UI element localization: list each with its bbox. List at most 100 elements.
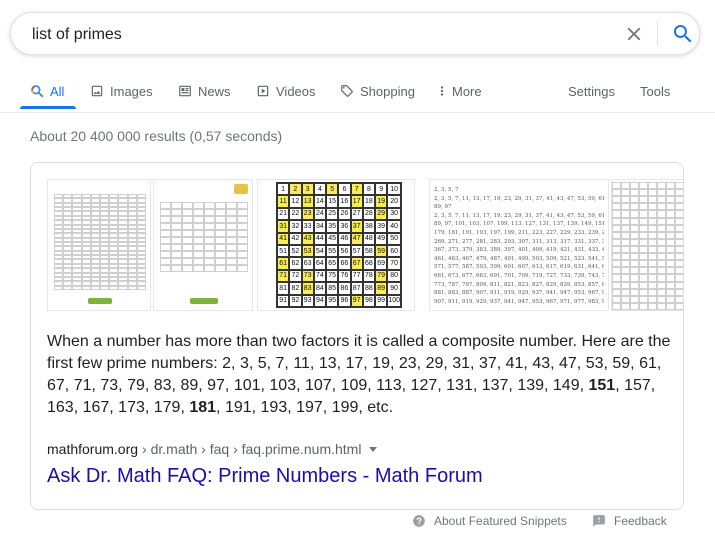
hundred-chart-cell: 16 [338,195,351,208]
hundred-chart-cell: 63 [301,257,314,270]
mini-grid-cell [648,302,657,310]
mini-grid-cell [639,274,648,282]
hundred-chart-cell: 43 [301,232,314,245]
tab-more[interactable]: More [438,72,482,110]
mini-grid-cell [621,182,630,190]
hundred-chart-cell: 76 [338,269,351,283]
hundred-chart-cell: 40 [387,220,401,233]
more-vert-icon [440,86,444,96]
tab-images[interactable]: Images [90,72,153,110]
prime-list-line: 2, 3, 5, 7, 11, 13, 17, 19, 23, 29, 31, … [434,195,604,202]
mini-grid-cell [630,246,639,254]
mini-grid-cell [621,224,630,232]
snippet-image-5[interactable] [611,179,683,311]
hundred-chart-cell: 84 [313,282,327,295]
mini-grid-cell [657,231,666,239]
hundred-chart-cell: 51 [277,244,290,258]
mini-grid-cell [630,267,639,275]
mini-grid-cell [171,209,182,216]
prime-list-line: 2, 3, 5, 7 [434,187,459,193]
mini-grid-cell [666,196,675,204]
snippet-image-1[interactable] [47,179,151,311]
mini-grid-cell [127,285,137,290]
mini-grid-cell [54,285,64,290]
mini-grid-cell [226,209,237,216]
snippet-image-2[interactable] [153,179,253,311]
hundred-chart-cell: 4 [313,183,327,196]
tab-news[interactable]: News [178,72,231,110]
mini-grid-cell [171,265,182,272]
hundred-chart-cell: 7 [350,183,363,196]
prime-list-line: 773, 787, 797, 809, 811, 821, 823, 827, … [434,281,604,288]
mini-grid-cell [666,182,675,190]
prime-list-line: 661, 673, 677, 683, 691, 701, 709, 719, … [434,272,604,279]
mini-grid-cell [621,210,630,218]
hundred-chart-cell: 96 [338,294,351,307]
hundred-chart-cell: 22 [289,207,302,221]
hundred-chart-cell: 50 [387,232,401,245]
mini-grid-cell [204,202,215,209]
tab-shopping[interactable]: Shopping [340,72,415,110]
hundred-chart-cell: 52 [289,244,302,258]
mini-grid-cell [639,210,648,218]
mini-grid-cell [675,210,683,218]
mini-grid-cell [612,260,621,268]
feedback-link[interactable]: Feedback [592,514,667,528]
mini-grid-cell [621,246,630,254]
mini-grid-cell [204,216,215,223]
mini-grid-cell [675,274,683,282]
hundred-chart-cell: 48 [362,232,376,245]
hundred-chart-cell: 91 [277,294,290,307]
mini-grid-cell [215,251,226,258]
hundred-chart-cell: 78 [362,269,376,283]
mini-grid-cell [193,237,204,244]
mini-grid-cell [675,224,683,232]
mini-grid-cell [648,196,657,204]
hundred-chart-cell: 41 [277,232,290,245]
mini-grid-cell [630,203,639,211]
mini-grid-cell [237,251,248,258]
mini-grid-cell [215,223,226,230]
hundred-chart-cell: 72 [289,269,302,283]
hundred-chart-cell: 54 [313,244,327,258]
mini-grid-cell [648,224,657,232]
search-icon[interactable] [671,22,695,46]
tab-all[interactable]: All [30,72,64,110]
mini-grid-cell [657,267,666,275]
feedback-icon [593,515,605,527]
mini-grid-cell [621,302,630,310]
search-divider [657,22,658,46]
hundred-chart-cell: 90 [387,282,401,295]
hundred-chart-cell: 100 [387,294,401,307]
result-title-link[interactable]: Ask Dr. Math FAQ: Prime Numbers - Math F… [47,465,483,488]
cite-path: › dr.math › faq › faq.prime.num.html [142,441,362,457]
prime-list-text: 2, 3, 5, 7 2, 3, 5, 7, 11, 13, 17, 19, 23… [434,186,604,310]
hundred-chart-cell: 62 [289,257,302,270]
mini-grid-cell [160,244,171,251]
about-featured-snippets-link[interactable]: About Featured Snippets [412,514,567,528]
mini-grid-cell [237,265,248,272]
mini-grid-cell [160,265,171,272]
mini-grid-cell [99,285,110,290]
snippet-image-4[interactable]: 2, 3, 5, 7 2, 3, 5, 7, 11, 13, 17, 19, 23… [429,179,609,311]
snippet-image-3[interactable]: 1 2 3 4 5 6 7 8 9 10 11 12 13 14 15 16 17 18 19 20 21 22 23 24 2… [257,179,415,311]
tab-videos[interactable]: Videos [256,72,316,110]
mini-grid-cell [675,196,683,204]
hundred-chart-cell: 93 [301,294,314,307]
settings-link[interactable]: Settings [568,72,615,110]
mini-grid-cell [226,265,237,272]
search-input[interactable] [32,24,592,46]
mini-grid-cell [666,267,675,275]
hundred-chart-cell: 11 [277,195,290,208]
mini-grid-cell [630,196,639,204]
hundred-chart-cell: 81 [277,282,290,295]
mini-grid-cell [171,244,182,251]
close-icon[interactable] [623,23,645,45]
cite-menu-caret-icon[interactable] [369,446,378,452]
snippet-bold: 181 [189,399,217,416]
mini-grid-cell [630,260,639,268]
settings-label: Settings [568,83,615,99]
hundred-chart-cell: 87 [350,282,363,295]
hundred-chart-cell: 94 [313,294,327,307]
tools-link[interactable]: Tools [640,72,670,110]
